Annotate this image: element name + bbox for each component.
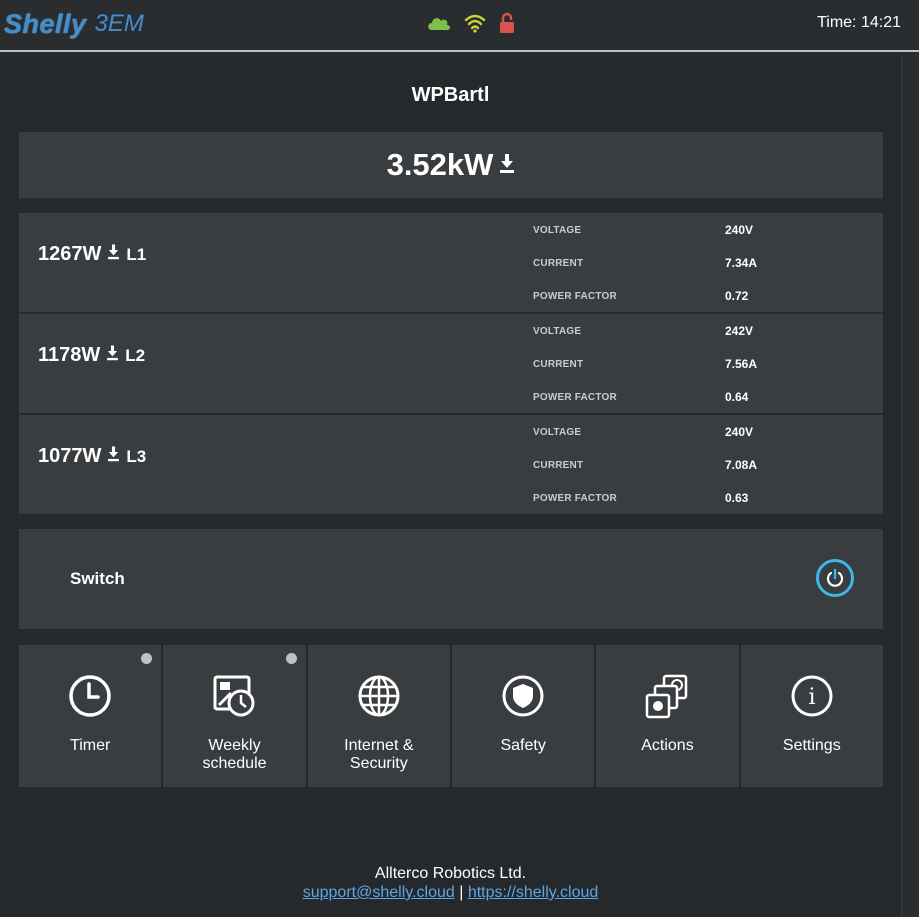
tile-label: Timer xyxy=(19,737,161,755)
download-arrow-icon xyxy=(107,243,120,266)
tile-label-line2: schedule xyxy=(202,755,267,772)
company-name: Allterco Robotics Ltd. xyxy=(374,865,527,882)
tile-settings[interactable]: i Settings xyxy=(740,645,883,787)
tile-label-line1: Internet & xyxy=(344,737,414,754)
footer-separator: | xyxy=(459,884,464,901)
status-icons xyxy=(426,12,516,34)
phase-power-value: 1267W xyxy=(38,243,102,265)
tile-weekly-schedule[interactable]: Weekly schedule xyxy=(163,645,306,787)
tile-internet-security[interactable]: Internet & Security xyxy=(307,645,450,787)
tile-label-line1: Timer xyxy=(70,737,111,754)
tile-label-line1: Weekly xyxy=(208,737,261,754)
scrollbar[interactable] xyxy=(901,56,919,917)
menu-tiles: Timer Weekly schedule Internet & Securit… xyxy=(19,645,883,787)
phase-power-value: 1077W xyxy=(38,445,102,467)
footer-links: support@shelly.cloud | https://shelly.cl… xyxy=(0,883,901,902)
current-label: CURRENT xyxy=(533,359,584,370)
tile-safety[interactable]: Safety xyxy=(451,645,595,787)
power-factor-value: 0.72 xyxy=(725,289,749,303)
power-icon xyxy=(826,568,844,587)
tile-label: Weekly schedule xyxy=(163,737,305,773)
power-toggle-button[interactable] xyxy=(816,559,854,597)
tile-label-line1: Actions xyxy=(641,737,694,754)
clock-icon xyxy=(69,675,111,717)
phase-label: L1 xyxy=(126,244,147,264)
phase-card-l3: 1077W L3 VOLTAGE 240V CURRENT 7.08A POWE… xyxy=(19,415,883,514)
website-link[interactable]: https://shelly.cloud xyxy=(468,884,598,901)
power-factor-label: POWER FACTOR xyxy=(533,493,617,504)
current-value: 7.08A xyxy=(725,458,758,472)
globe-icon xyxy=(358,675,400,717)
tile-label: Actions xyxy=(596,737,738,755)
clock-time: 14:21 xyxy=(860,14,901,31)
wifi-icon xyxy=(464,12,486,34)
total-power-card: 3.52kW xyxy=(19,132,883,198)
switch-label: Switch xyxy=(70,569,125,588)
download-arrow-icon xyxy=(106,344,119,367)
current-label: CURRENT xyxy=(533,460,584,471)
current-value: 7.34A xyxy=(725,256,758,270)
tile-label-line1: Settings xyxy=(782,737,841,754)
support-email-link[interactable]: support@shelly.cloud xyxy=(303,884,455,901)
tile-label: Settings xyxy=(741,737,883,755)
tile-timer[interactable]: Timer xyxy=(19,645,162,787)
tile-actions[interactable]: Actions xyxy=(596,645,739,787)
phase-power: 1267W L1 xyxy=(38,243,146,266)
clock: Time: 14:21 xyxy=(817,14,901,32)
voltage-label: VOLTAGE xyxy=(533,326,582,337)
phase-card-l2: 1178W L2 VOLTAGE 242V CURRENT 7.56A POWE… xyxy=(19,314,883,413)
current-label: CURRENT xyxy=(533,258,584,269)
switch-card: Switch xyxy=(19,529,883,629)
voltage-value: 240V xyxy=(725,425,754,439)
download-arrow-icon xyxy=(107,445,120,468)
total-power-value: 3.52kW xyxy=(386,147,494,182)
power-factor-value: 0.63 xyxy=(725,491,749,505)
clock-label: Time: xyxy=(817,14,857,31)
device-name: WPBartl xyxy=(411,84,490,106)
tile-label: Safety xyxy=(452,737,594,755)
svg-text:i: i xyxy=(808,685,815,710)
footer: Allterco Robotics Ltd. support@shelly.cl… xyxy=(0,864,901,902)
phase-power: 1178W L2 xyxy=(38,344,145,367)
cloud-icon xyxy=(426,12,452,34)
status-dot xyxy=(141,653,153,664)
calendar-icon xyxy=(213,675,255,717)
voltage-label: VOLTAGE xyxy=(533,225,582,236)
info-icon: i xyxy=(791,675,833,717)
brand-logo: Shelly 3EM xyxy=(4,6,144,42)
phase-label: L2 xyxy=(125,345,146,365)
brand-model: 3EM xyxy=(94,10,144,37)
voltage-value: 242V xyxy=(725,324,754,338)
phase-label: L3 xyxy=(126,446,147,466)
phase-power: 1077W L3 xyxy=(38,445,146,468)
current-value: 7.56A xyxy=(725,357,758,371)
tile-label-line1: Safety xyxy=(500,737,546,754)
lock-icon xyxy=(498,12,516,34)
brand-name: Shelly xyxy=(4,8,87,39)
top-bar: Shelly 3EM Time: 14:21 xyxy=(0,0,919,52)
power-factor-value: 0.64 xyxy=(725,390,749,404)
download-arrow-icon xyxy=(499,152,515,179)
actions-icon xyxy=(646,674,688,719)
power-factor-label: POWER FACTOR xyxy=(533,291,617,302)
phase-power-value: 1178W xyxy=(38,344,101,366)
voltage-label: VOLTAGE xyxy=(533,427,582,438)
voltage-value: 240V xyxy=(725,223,754,237)
tile-label-line2: Security xyxy=(349,755,408,772)
tile-label: Internet & Security xyxy=(308,737,450,773)
shield-icon xyxy=(502,675,544,717)
power-factor-label: POWER FACTOR xyxy=(533,392,617,403)
status-dot xyxy=(285,653,297,664)
phase-card-l1: 1267W L1 VOLTAGE 240V CURRENT 7.34A POWE… xyxy=(19,213,883,312)
